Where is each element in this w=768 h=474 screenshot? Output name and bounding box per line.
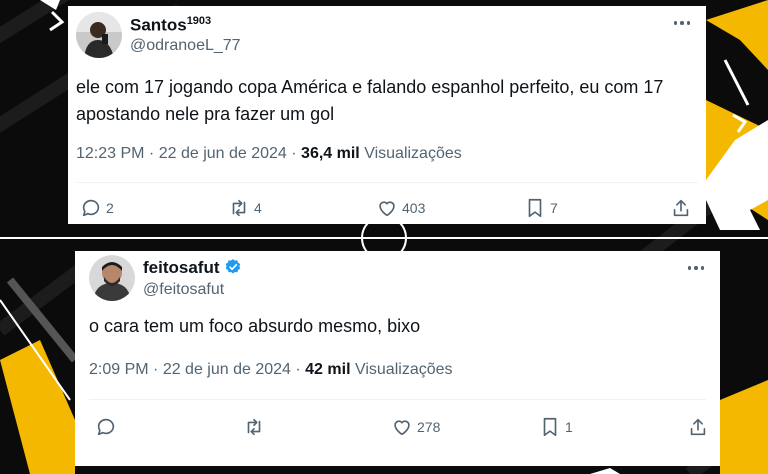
more-icon[interactable] — [672, 18, 692, 28]
retweet-icon — [232, 199, 246, 217]
bookmark-button[interactable]: 1 — [539, 415, 573, 439]
retweet-button[interactable]: 4 — [228, 196, 262, 220]
share-icon — [673, 199, 689, 217]
tweet-date[interactable]: 22 de jun de 2024 — [159, 145, 287, 162]
tweet-time[interactable]: 2:09 PM — [89, 361, 149, 378]
avatar[interactable] — [89, 255, 135, 301]
more-icon[interactable] — [686, 263, 706, 273]
views-label: Visualizações — [354, 361, 453, 378]
avatar[interactable] — [76, 12, 122, 58]
tweet-text: ele com 17 jogando copa América e faland… — [76, 77, 669, 124]
divider — [76, 182, 698, 183]
tweet-actions: 278 1 — [75, 415, 720, 439]
user-handle[interactable]: @odranoeL_77 — [130, 37, 241, 55]
view-count: 42 mil — [305, 361, 351, 378]
view-count: 36,4 mil — [301, 145, 360, 162]
verified-badge-icon — [225, 259, 240, 274]
reply-icon — [97, 418, 115, 436]
user-handle[interactable]: @feitosafut — [143, 281, 224, 299]
tweet-card[interactable]: Santos1903 @odranoeL_77 ele com 17 jogan… — [68, 6, 706, 224]
views-label: Visualizações — [364, 145, 462, 162]
like-icon — [394, 420, 410, 436]
tweet-date[interactable]: 22 de jun de 2024 — [163, 361, 291, 378]
share-icon — [690, 418, 706, 436]
bookmark-icon — [528, 198, 542, 218]
retweet-button[interactable] — [243, 415, 269, 439]
tweet-meta: 12:23 PM · 22 de jun de 2024 · 36,4 mil … — [76, 145, 462, 162]
share-button[interactable] — [687, 415, 709, 439]
like-icon — [379, 201, 395, 217]
display-name[interactable]: Santos1903 — [130, 15, 211, 36]
share-button[interactable] — [670, 196, 692, 220]
tweet-text: o cara tem um foco absurdo mesmo, bixo — [89, 316, 421, 336]
section-divider — [0, 237, 768, 239]
tweet-time[interactable]: 12:23 PM — [76, 145, 144, 162]
reply-icon — [82, 199, 100, 217]
tweet-card[interactable]: feitosafut @feitosafut o cara tem um foc… — [75, 251, 720, 466]
bookmark-icon — [543, 417, 557, 437]
retweet-icon — [247, 418, 261, 436]
like-button[interactable]: 278 — [391, 415, 440, 439]
bookmark-button[interactable]: 7 — [524, 196, 558, 220]
reply-button[interactable]: 2 — [80, 196, 114, 220]
like-button[interactable]: 403 — [376, 196, 425, 220]
tweet-actions: 2 4 403 7 — [68, 196, 706, 220]
reply-button[interactable] — [95, 415, 121, 439]
divider — [89, 399, 706, 400]
tweet-meta: 2:09 PM · 22 de jun de 2024 · 42 mil Vis… — [89, 361, 453, 378]
display-name[interactable]: feitosafut — [143, 258, 242, 278]
